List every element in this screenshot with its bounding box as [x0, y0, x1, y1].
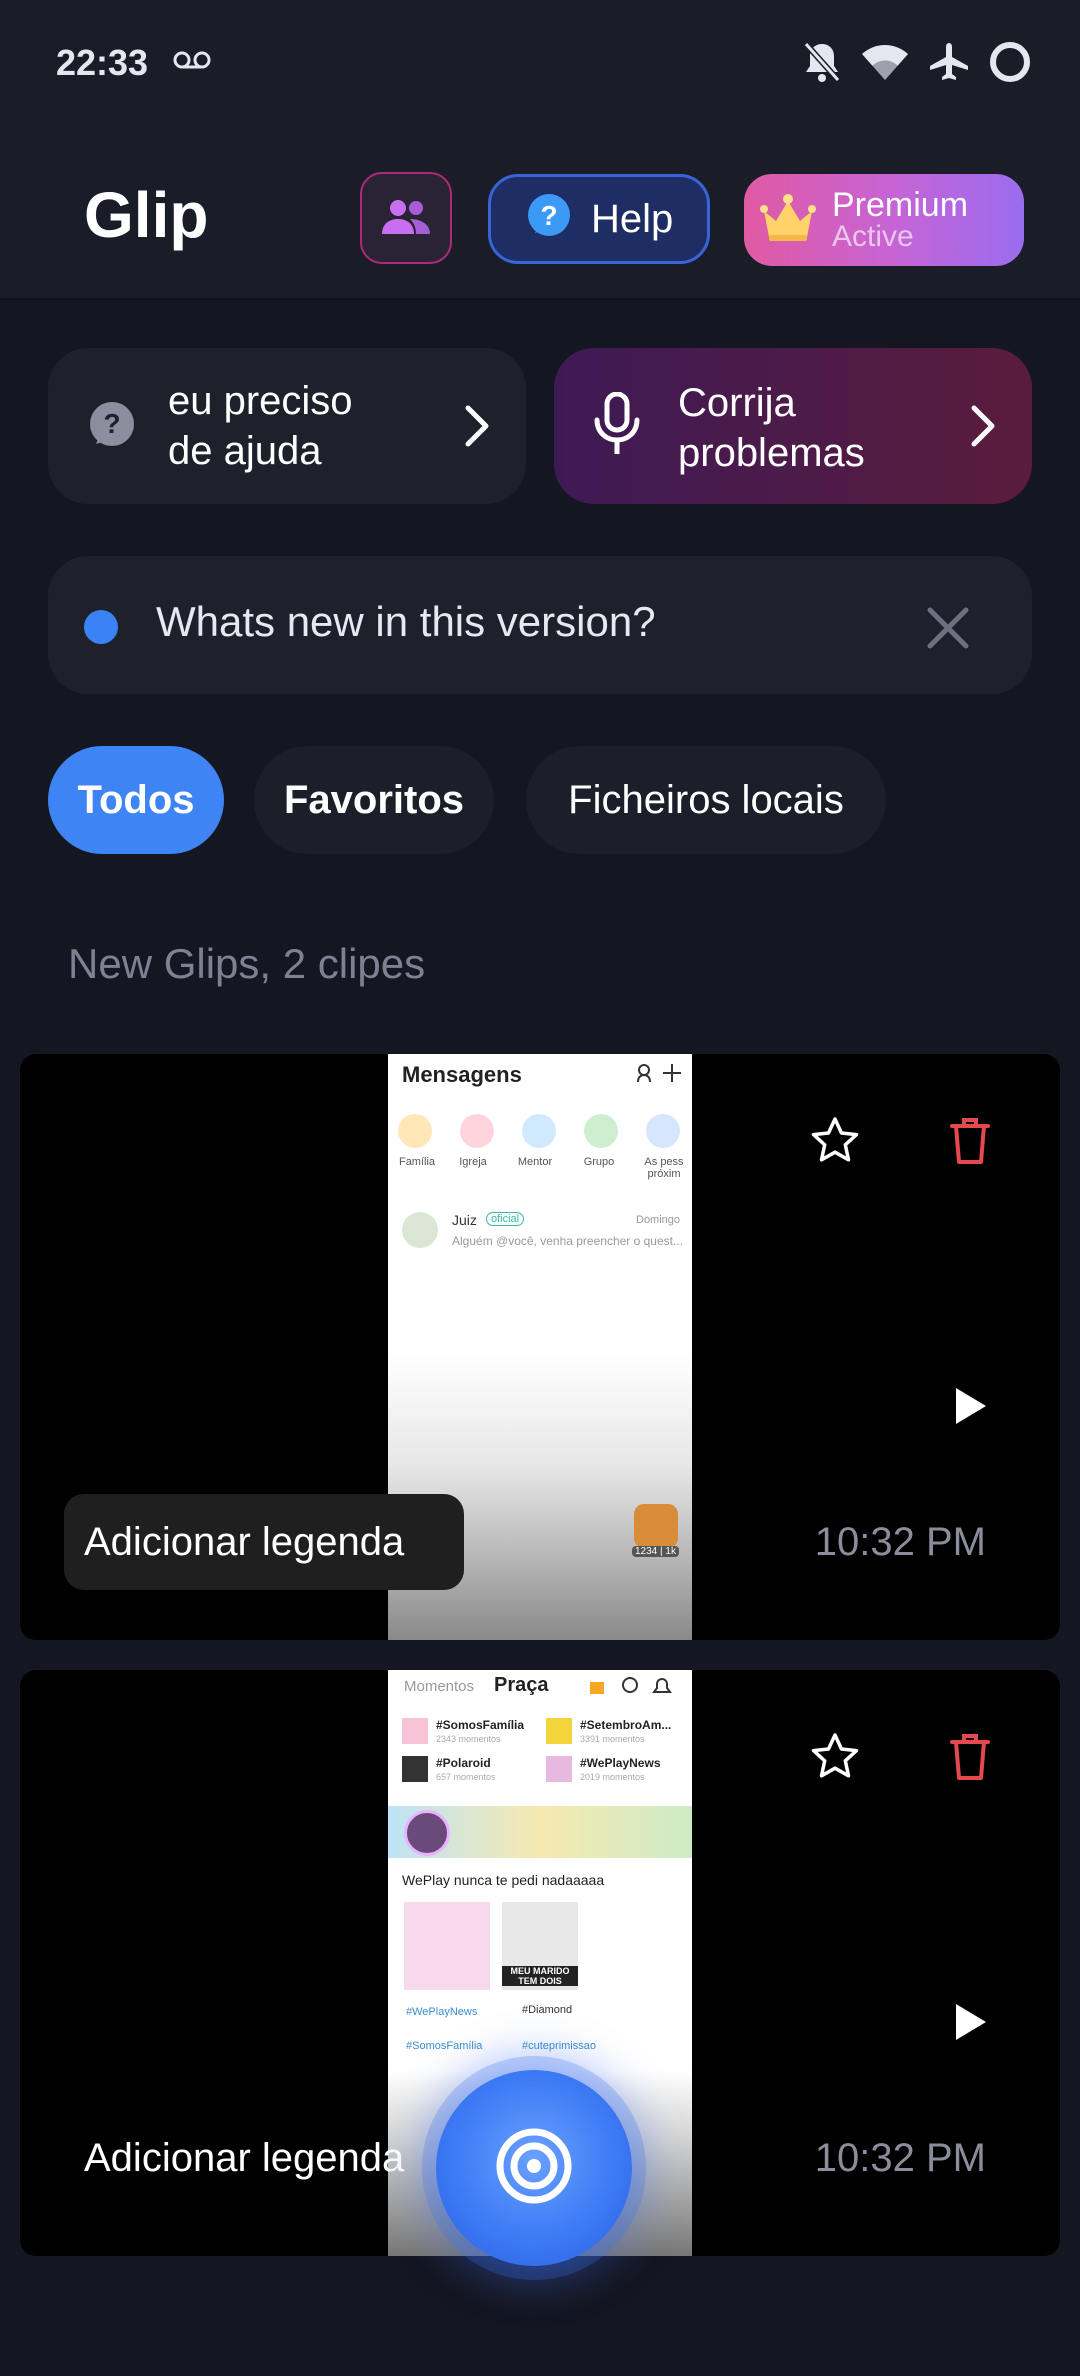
add-caption-button[interactable]: Adicionar legenda [84, 2136, 404, 2181]
record-button[interactable] [436, 2070, 632, 2266]
app-title: Glip [84, 179, 209, 251]
wifi-icon [860, 42, 910, 87]
thumb-tag: #Polaroid [436, 1756, 491, 1770]
need-help-card[interactable]: ? eu preciso de ajuda [48, 348, 526, 504]
delete-trash-icon[interactable] [948, 1116, 992, 1171]
help-button[interactable]: ? Help [488, 174, 710, 264]
thumb-chat-name: Juiz [452, 1212, 477, 1228]
filter-local-files-tab[interactable]: Ficheiros locais [526, 746, 886, 854]
thumb-tag-count: 3391 momentos [580, 1734, 645, 1744]
thumb-post-text: WePlay nunca te pedi nadaaaaa [402, 1872, 605, 1888]
thumb-heading: Mensagens [402, 1062, 522, 1087]
need-help-line1: eu preciso [168, 379, 353, 423]
svg-text:?: ? [540, 200, 557, 231]
fix-problems-label: Corrija problemas [678, 378, 865, 478]
play-icon[interactable] [950, 2000, 990, 2049]
status-icons [802, 40, 1032, 89]
users-button[interactable] [360, 172, 452, 264]
thumb-chat-preview: Alguém @você, venha preencher o quest... [452, 1234, 683, 1248]
thumb-avatar [402, 1212, 438, 1248]
clip-time: 10:32 PM [814, 1520, 986, 1564]
users-icon [380, 196, 432, 241]
thumb-category-labels: Família Igreja Mentor Grupo As pess próx… [398, 1156, 684, 1180]
filter-favorites-tab[interactable]: Favoritos [254, 746, 494, 854]
premium-status: Active [832, 220, 914, 253]
notifications-off-icon [802, 40, 842, 89]
whats-new-banner[interactable]: Whats new in this version? [48, 556, 1032, 694]
thumb-tag: #SomosFamília [436, 1718, 525, 1732]
voicemail-icon [172, 48, 212, 77]
thumb-sticker-text: MEU MARIDO TEM DOIS [502, 1966, 578, 1986]
svg-text:?: ? [103, 408, 120, 439]
target-icon [494, 2126, 574, 2211]
filter-all-tab[interactable]: Todos [48, 746, 224, 854]
loading-indicator-icon [988, 40, 1032, 89]
chevron-right-icon [968, 404, 998, 453]
clip-card[interactable]: Mensagens Família Igreja Mentor Grupo As… [20, 1054, 1060, 1640]
premium-title: Premium [832, 186, 969, 224]
fix-problems-line2: problemas [678, 431, 865, 475]
thumb-tag-thumb [546, 1718, 572, 1744]
thumb-chip: #Diamond [522, 2004, 573, 2016]
status-bar: 22:33 [0, 0, 1080, 128]
unread-dot [84, 610, 118, 644]
thumb-categories [398, 1114, 692, 1148]
thumb-header-icons [588, 1676, 678, 1701]
thumb-tag-count: 2343 momentos [436, 1734, 501, 1744]
bottom-area [0, 2260, 1080, 2376]
thumb-chip: #WePlayNews [406, 2006, 478, 2018]
thumb-chat-tag: oficial [486, 1212, 525, 1226]
microphone-icon [592, 391, 642, 461]
thumb-tab2: Praça [494, 1674, 549, 1696]
delete-trash-icon[interactable] [948, 1732, 992, 1787]
favorite-star-icon[interactable] [810, 1732, 860, 1787]
thumb-post-image [404, 1902, 490, 1990]
section-title: New Glips, 2 clipes [68, 940, 426, 987]
thumb-tab1: Momentos [404, 1678, 475, 1695]
need-help-label: eu preciso de ajuda [168, 376, 353, 476]
whats-new-text: Whats new in this version? [156, 598, 656, 645]
thumb-avatar [404, 1810, 450, 1856]
thumb-tag-count: 657 momentos [436, 1772, 496, 1782]
help-button-label: Help [591, 196, 674, 241]
need-help-line2: de ajuda [168, 429, 322, 473]
premium-text: Premium Active [832, 188, 968, 252]
thumb-chat-day: Domingo [636, 1214, 681, 1226]
chevron-right-icon [462, 404, 492, 453]
thumb-tag: #WePlayNews [580, 1756, 661, 1770]
thumb-tag: #SetembroAm... [580, 1718, 672, 1732]
airplane-mode-icon [928, 41, 970, 88]
help-icon: ? [525, 193, 573, 246]
thumb-header-icons [636, 1062, 686, 1089]
close-icon[interactable] [926, 606, 970, 655]
status-time: 22:33 [56, 42, 149, 83]
thumb-chip: #SomosFamília [406, 2040, 483, 2052]
question-bubble-icon: ? [86, 400, 138, 457]
thumb-tag-thumb [546, 1756, 572, 1782]
app-header: Glip ? Help Premium Active [0, 128, 1080, 300]
crown-icon [758, 193, 818, 248]
play-icon[interactable] [950, 1384, 990, 1433]
thumb-tag-count: 2019 momentos [580, 1772, 645, 1782]
thumb-tag-thumb [402, 1718, 428, 1744]
premium-button[interactable]: Premium Active [744, 174, 1024, 266]
thumb-sticker [634, 1504, 678, 1548]
add-caption-button[interactable]: Adicionar legenda [84, 1520, 404, 1565]
thumb-tag-thumb [402, 1756, 428, 1782]
thumb-chip: #cuteprimissao [522, 2040, 596, 2052]
fix-problems-line1: Corrija [678, 381, 796, 425]
clip-time: 10:32 PM [814, 2136, 986, 2180]
fix-problems-card[interactable]: Corrija problemas [554, 348, 1032, 504]
favorite-star-icon[interactable] [810, 1116, 860, 1171]
thumb-badge: 1234 | 1k [632, 1546, 679, 1557]
